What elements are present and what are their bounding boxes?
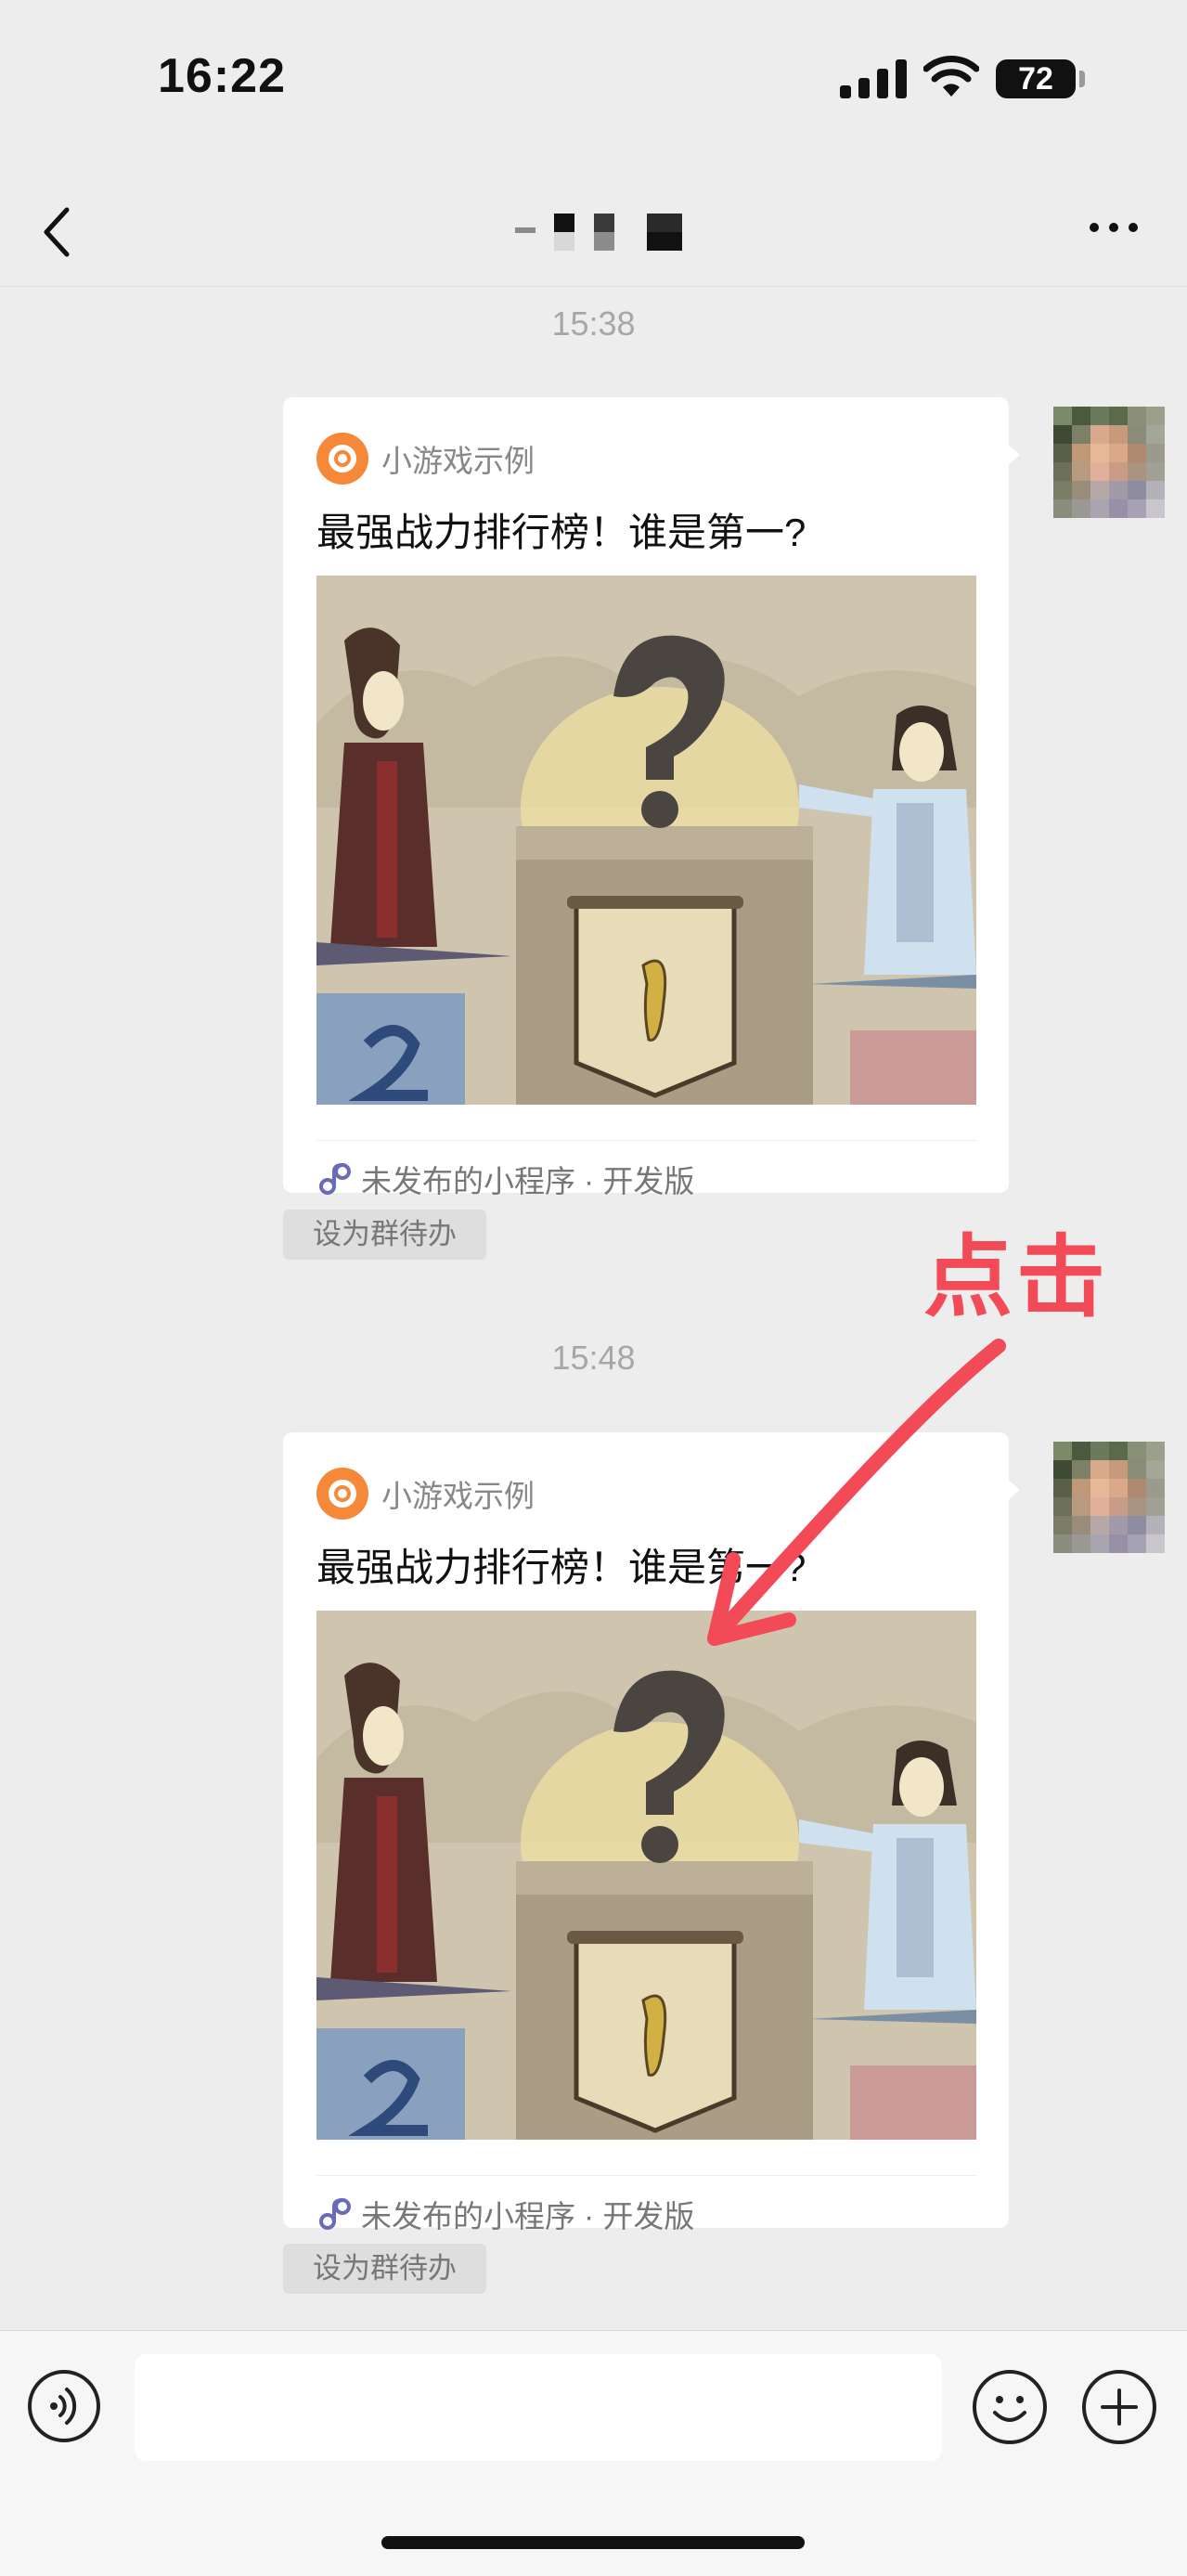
card-footer: 未发布的小程序 · 开发版 — [316, 1151, 694, 1207]
card-preview-image — [316, 576, 976, 1105]
mini-game-card[interactable]: 小游戏示例 最强战力排行榜！谁是第一? 未发布的小程序 · 开发版 — [283, 397, 1009, 1198]
avatar[interactable] — [1053, 407, 1165, 518]
message-input[interactable] — [135, 2354, 942, 2461]
card-divider — [316, 2175, 976, 2176]
message-timestamp: 15:38 — [551, 304, 636, 343]
card-footer-label: 未发布的小程序 · 开发版 — [361, 2199, 695, 2233]
chat-title-pixelated — [515, 209, 682, 251]
voice-button[interactable] — [28, 2370, 100, 2442]
battery-tip — [1079, 71, 1085, 87]
voice-icon — [50, 2388, 77, 2425]
set-group-todo-button[interactable]: 设为群待办 — [283, 1210, 486, 1260]
home-indicator — [381, 2536, 805, 2549]
bubble-tail — [1007, 444, 1020, 466]
card-divider — [316, 1140, 976, 1141]
chevron-left-icon[interactable] — [37, 204, 74, 260]
cellular-signal-icon — [840, 59, 907, 98]
card-header: 小游戏示例 — [316, 433, 535, 485]
nav-bar — [0, 158, 1187, 287]
set-group-todo-button[interactable]: 设为群待办 — [283, 2244, 486, 2294]
card-title: 最强战力排行榜！谁是第一? — [316, 1546, 806, 1589]
card-preview-image — [316, 1611, 976, 2140]
emoji-icon — [993, 2396, 1026, 2422]
card-footer-label: 未发布的小程序 · 开发版 — [361, 1164, 695, 1198]
bubble-tail — [1007, 1479, 1020, 1501]
plus-icon — [1101, 2388, 1138, 2426]
mini-program-link-icon — [319, 1163, 351, 1195]
mini-game-icon — [316, 433, 368, 485]
app-name: 小游戏示例 — [381, 1479, 535, 1513]
card-footer: 未发布的小程序 · 开发版 — [316, 2186, 694, 2242]
mini-game-card[interactable]: 小游戏示例 最强战力排行榜！谁是第一? 未发布的小程序 · 开发版 — [283, 1432, 1009, 2233]
more-dots-icon[interactable] — [1088, 221, 1140, 234]
status-time: 16:22 — [158, 49, 286, 103]
emoji-button[interactable] — [973, 2370, 1047, 2444]
card-header: 小游戏示例 — [316, 1468, 535, 1520]
battery-indicator: 72 — [996, 59, 1076, 98]
status-bar: 16:22 72 — [0, 0, 1187, 158]
wifi-icon — [923, 56, 979, 97]
annotation-label: 点击 — [923, 1228, 1109, 1327]
avatar[interactable] — [1053, 1442, 1165, 1553]
mini-game-icon — [316, 1468, 368, 1520]
card-title: 最强战力排行榜！谁是第一? — [316, 511, 806, 554]
mini-program-link-icon — [319, 2198, 351, 2230]
app-name: 小游戏示例 — [381, 444, 535, 478]
message-timestamp: 15:48 — [551, 1339, 636, 1377]
plus-button[interactable] — [1082, 2370, 1156, 2444]
